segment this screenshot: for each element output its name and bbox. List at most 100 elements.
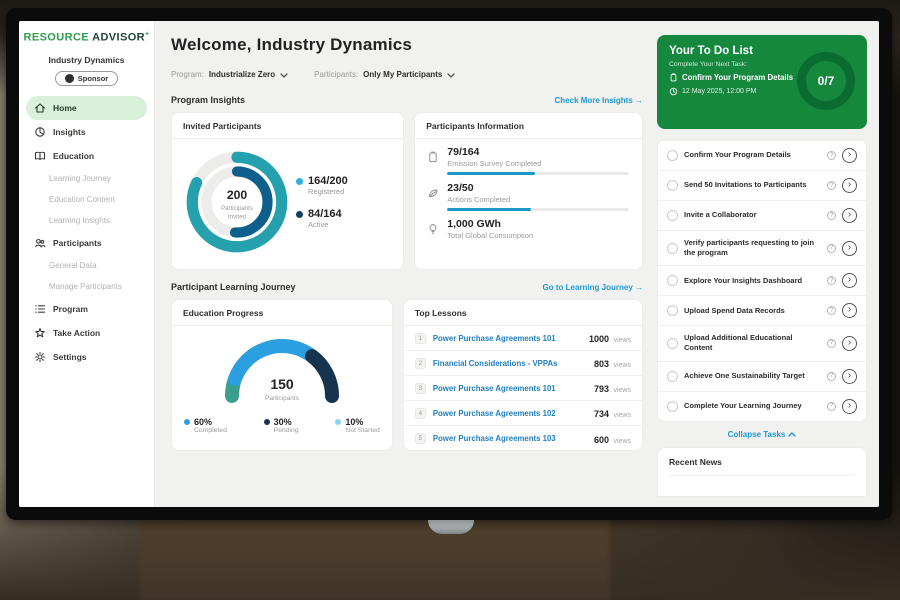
card-title: Invited Participants <box>172 113 403 139</box>
sidebar-item-learning-journey[interactable]: Learning Journey <box>19 168 154 189</box>
lesson-row: 4 Power Purchase Agreements 102 734 view… <box>404 401 642 426</box>
sidebar-item-settings[interactable]: Settings <box>19 345 154 369</box>
sidebar-item-label: General Data <box>49 261 97 270</box>
task-row[interactable]: Invite a Collaborator ? › <box>658 200 866 230</box>
lesson-views: 803 views <box>594 354 631 372</box>
task-label: Invite a Collaborator <box>684 210 821 220</box>
todo-progress-ring: 0/7 <box>797 52 855 110</box>
chevron-right-icon[interactable]: › <box>842 303 857 318</box>
sidebar-item-label: Insights <box>53 127 86 137</box>
recent-news-title: Recent News <box>669 457 855 476</box>
sidebar-item-general-data[interactable]: General Data <box>19 255 154 276</box>
sponsor-badge: Sponsor <box>55 71 118 86</box>
lesson-row: 1 Power Purchase Agreements 101 1000 vie… <box>404 326 642 351</box>
lesson-views: 1000 views <box>589 329 631 347</box>
check-more-insights-link[interactable]: Check More Insights → <box>555 96 643 105</box>
stat-value: 23/50 <box>447 182 629 194</box>
svg-text:Participants: Participants <box>265 395 300 402</box>
task-row[interactable]: Explore Your Insights Dashboard ? › <box>658 265 866 295</box>
legend-dot <box>264 419 270 425</box>
chevron-right-icon[interactable]: › <box>842 148 857 163</box>
lesson-link[interactable]: Power Purchase Agreements 102 <box>433 409 587 418</box>
task-row[interactable]: Verify participants requesting to join t… <box>658 230 866 265</box>
lessons-list: 1 Power Purchase Agreements 101 1000 vie… <box>404 326 642 451</box>
section-title: Program Insights <box>171 95 245 105</box>
sidebar-item-take-action[interactable]: Take Action <box>19 321 154 345</box>
lesson-link[interactable]: Financial Considerations - VPPAs <box>433 359 587 368</box>
sidebar-item-education[interactable]: Education <box>19 144 154 168</box>
legend-item: 10% Not Started <box>335 417 379 434</box>
task-checkbox[interactable] <box>667 150 678 161</box>
program-label: Program: <box>171 70 204 79</box>
task-row[interactable]: Complete Your Learning Journey ? › <box>658 391 866 421</box>
chevron-right-icon[interactable]: › <box>842 336 857 351</box>
task-checkbox[interactable] <box>667 371 678 382</box>
svg-text:Participants: Participants <box>221 205 253 212</box>
card-title: Top Lessons <box>404 300 642 326</box>
lesson-link[interactable]: Power Purchase Agreements 101 <box>433 334 582 343</box>
go-to-learning-journey-link[interactable]: Go to Learning Journey → <box>543 283 643 292</box>
help-icon: ? <box>827 306 836 315</box>
program-select[interactable]: Program: Industrialize Zero <box>171 65 288 83</box>
card-title: Education Progress <box>172 300 392 326</box>
sidebar-item-home[interactable]: Home <box>26 96 147 120</box>
lesson-rank: 1 <box>415 333 426 344</box>
sidebar-item-label: Learning Insights <box>49 216 110 225</box>
bulb-icon <box>427 218 439 244</box>
task-row[interactable]: Achieve One Sustainability Target ? › <box>658 361 866 391</box>
task-checkbox[interactable] <box>667 243 678 254</box>
program-insights-header: Program Insights Check More Insights → <box>171 95 643 105</box>
lesson-views: 793 views <box>594 379 631 397</box>
legend-value: 30% <box>274 417 299 427</box>
todo-panel: Your To Do List Complete Your Next Task:… <box>655 21 879 507</box>
svg-text:200: 200 <box>227 188 248 202</box>
stat-value: 1,000 GWh <box>447 218 533 230</box>
task-checkbox[interactable] <box>667 210 678 221</box>
task-row[interactable]: Send 50 Invitations to Participants ? › <box>658 170 866 200</box>
program-value: Industrialize Zero <box>209 70 275 79</box>
legend-item: 60% Completed <box>184 417 227 434</box>
chevron-right-icon[interactable]: › <box>842 399 857 414</box>
gauge-legend: 60% Completed 30% Pending <box>172 411 392 434</box>
sidebar-item-learning-insights[interactable]: Learning Insights <box>19 210 154 231</box>
chevron-right-icon[interactable]: › <box>842 208 857 223</box>
sidebar-item-insights[interactable]: Insights <box>19 120 154 144</box>
chevron-right-icon[interactable]: › <box>842 241 857 256</box>
chevron-right-icon[interactable]: › <box>842 369 857 384</box>
task-list: Confirm Your Program Details ? › Send 50… <box>657 139 867 422</box>
lesson-link[interactable]: Power Purchase Agreements 101 <box>433 384 587 393</box>
lesson-views: 734 views <box>594 404 631 422</box>
legend-item: 30% Pending <box>264 417 299 434</box>
task-checkbox[interactable] <box>667 401 678 412</box>
chevron-right-icon[interactable]: › <box>842 178 857 193</box>
collapse-tasks-link[interactable]: Collapse Tasks <box>657 422 867 445</box>
participants-select[interactable]: Participants: Only My Participants <box>314 65 455 83</box>
lesson-link[interactable]: Power Purchase Agreements 103 <box>433 434 587 443</box>
recent-news-card: Recent News <box>657 447 867 497</box>
sidebar-item-label: Home <box>53 103 77 113</box>
todo-progress-value: 0/7 <box>818 74 835 88</box>
help-icon: ? <box>827 276 836 285</box>
task-row[interactable]: Upload Additional Educational Content ? … <box>658 325 866 360</box>
task-checkbox[interactable] <box>667 180 678 191</box>
task-row[interactable]: Confirm Your Program Details ? › <box>658 140 866 170</box>
education-icon <box>34 150 46 162</box>
task-checkbox[interactable] <box>667 305 678 316</box>
legend-dot <box>335 419 341 425</box>
progress-bar <box>447 208 629 211</box>
help-icon: ? <box>827 402 836 411</box>
task-checkbox[interactable] <box>667 338 678 349</box>
task-row[interactable]: Upload Spend Data Records ? › <box>658 295 866 325</box>
sidebar-item-manage-participants[interactable]: Manage Participants <box>19 276 154 297</box>
sidebar-item-program[interactable]: Program <box>19 297 154 321</box>
sidebar-item-education-content[interactable]: Education Content <box>19 189 154 210</box>
task-checkbox[interactable] <box>667 275 678 286</box>
stat-label: Emission Survey Completed <box>447 159 629 168</box>
sidebar-item-label: Settings <box>53 352 87 362</box>
sidebar-item-participants[interactable]: Participants <box>19 231 154 255</box>
desk-background <box>140 518 610 600</box>
chevron-right-icon[interactable]: › <box>842 273 857 288</box>
invited-participants-card: Invited Participants 200 Participants In… <box>171 112 404 270</box>
legend-value: 84/164 <box>308 208 342 220</box>
legend-dot <box>296 211 303 218</box>
